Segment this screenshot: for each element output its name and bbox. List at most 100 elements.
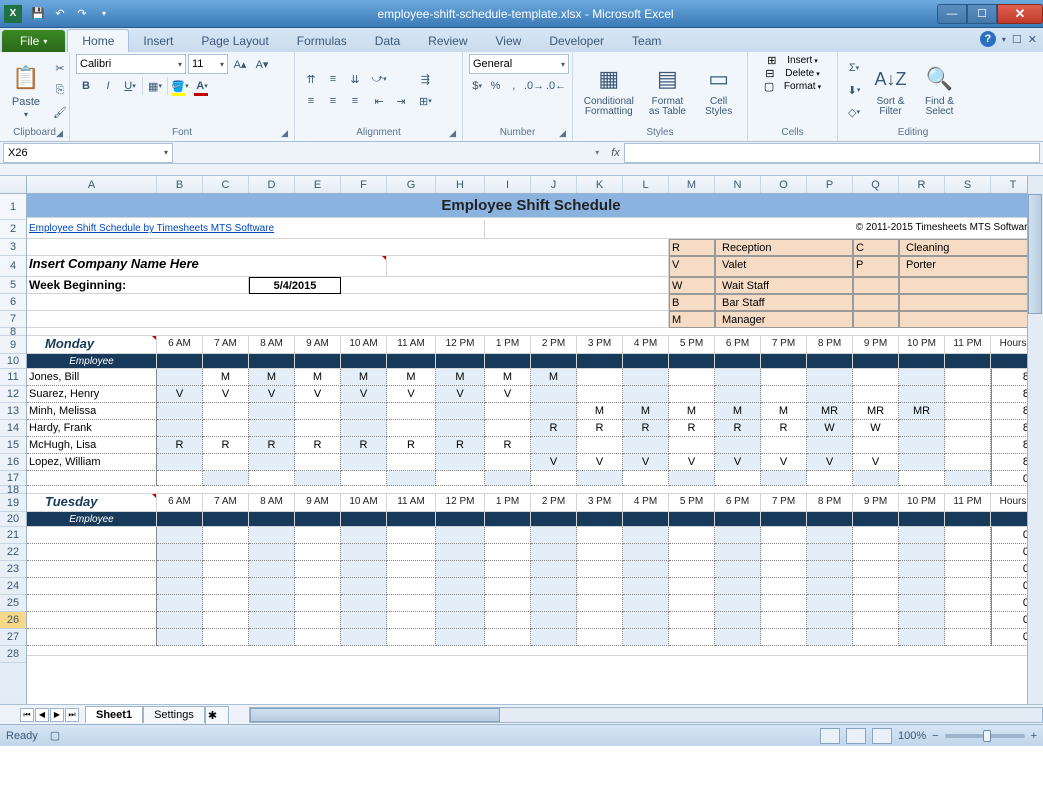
normal-view-button[interactable]	[820, 728, 840, 744]
cell[interactable]	[485, 544, 531, 561]
cell[interactable]: Employee	[27, 512, 157, 527]
cell[interactable]	[945, 578, 991, 595]
cell[interactable]: M	[531, 369, 577, 386]
row-header[interactable]: 10	[0, 354, 26, 369]
cell[interactable]	[531, 578, 577, 595]
decrease-indent-icon[interactable]: ⇤	[369, 91, 389, 111]
cell[interactable]	[436, 420, 485, 437]
cell[interactable]	[485, 354, 531, 369]
cell[interactable]	[899, 595, 945, 612]
cell[interactable]	[249, 471, 295, 486]
cell[interactable]: R	[577, 420, 623, 437]
cell[interactable]	[899, 294, 1036, 311]
cell[interactable]	[531, 561, 577, 578]
cell[interactable]	[436, 612, 485, 629]
find-select-button[interactable]: 🔍Find & Select	[917, 61, 962, 119]
align-center-icon[interactable]: ≡	[323, 91, 343, 111]
cell[interactable]: Bar Staff	[715, 294, 853, 311]
cell[interactable]: R	[387, 437, 436, 454]
cell[interactable]	[387, 578, 436, 595]
window-restore-icon[interactable]: ☐	[1012, 33, 1022, 46]
cell[interactable]	[249, 420, 295, 437]
col-header[interactable]: J	[531, 176, 577, 193]
align-right-icon[interactable]: ≡	[345, 91, 365, 111]
cell[interactable]	[899, 354, 945, 369]
horizontal-scrollbar[interactable]	[249, 707, 1043, 723]
fill-icon[interactable]: ⬇▾	[844, 80, 864, 100]
cell[interactable]	[899, 386, 945, 403]
bold-button[interactable]: B	[76, 76, 96, 96]
cell[interactable]	[853, 386, 899, 403]
cell[interactable]	[485, 403, 531, 420]
cell[interactable]	[623, 369, 669, 386]
cell[interactable]: MR	[853, 403, 899, 420]
cell[interactable]	[945, 544, 991, 561]
percent-format-icon[interactable]: %	[487, 76, 503, 96]
cell[interactable]	[249, 512, 295, 527]
cell[interactable]: 8 PM	[807, 494, 853, 512]
cell[interactable]	[669, 561, 715, 578]
cell[interactable]	[485, 527, 531, 544]
cell[interactable]	[715, 612, 761, 629]
cell[interactable]	[761, 437, 807, 454]
cell[interactable]: V	[715, 454, 761, 471]
cell[interactable]: 4 PM	[623, 336, 669, 354]
borders-icon[interactable]: ▦▾	[145, 76, 165, 96]
wrap-text-button[interactable]: ⇶	[415, 69, 436, 89]
col-header[interactable]: D	[249, 176, 295, 193]
cell[interactable]: Monday	[27, 336, 157, 354]
cell[interactable]	[295, 354, 341, 369]
font-color-icon[interactable]: A▾	[192, 76, 212, 96]
cell[interactable]	[899, 369, 945, 386]
cell[interactable]	[623, 512, 669, 527]
format-painter-icon[interactable]: 🖌	[50, 102, 70, 122]
cell[interactable]: 3 PM	[577, 494, 623, 512]
align-left-icon[interactable]: ≡	[301, 91, 321, 111]
cell[interactable]: 11 PM	[945, 336, 991, 354]
cell[interactable]	[945, 527, 991, 544]
cell[interactable]	[945, 471, 991, 486]
new-sheet-button[interactable]: ✱	[205, 706, 229, 724]
col-header[interactable]: G	[387, 176, 436, 193]
cell[interactable]	[945, 595, 991, 612]
cell[interactable]	[899, 527, 945, 544]
cell[interactable]	[27, 595, 157, 612]
cell[interactable]	[899, 277, 1036, 294]
cell[interactable]	[341, 612, 387, 629]
cell[interactable]	[387, 544, 436, 561]
cell[interactable]	[295, 629, 341, 646]
cell[interactable]: W	[853, 420, 899, 437]
shrink-font-icon[interactable]: A▾	[252, 54, 272, 74]
cell[interactable]: 10 PM	[899, 494, 945, 512]
cell[interactable]	[436, 471, 485, 486]
cell[interactable]	[715, 386, 761, 403]
row-header[interactable]: 11	[0, 369, 26, 386]
cell[interactable]	[669, 595, 715, 612]
cell[interactable]	[341, 561, 387, 578]
cell[interactable]	[157, 454, 203, 471]
cell[interactable]: Manager	[715, 311, 853, 328]
col-header[interactable]: M	[669, 176, 715, 193]
cell[interactable]	[623, 629, 669, 646]
cell[interactable]	[27, 294, 669, 311]
cell[interactable]: McHugh, Lisa	[27, 437, 157, 454]
cell[interactable]	[761, 354, 807, 369]
italic-button[interactable]: I	[98, 76, 118, 96]
cell[interactable]	[295, 595, 341, 612]
cell[interactable]: M	[761, 403, 807, 420]
cell-styles-button[interactable]: ▭Cell Styles	[696, 61, 741, 119]
cell[interactable]	[945, 403, 991, 420]
cell[interactable]	[485, 471, 531, 486]
cell[interactable]	[203, 354, 249, 369]
cell[interactable]	[945, 612, 991, 629]
cell[interactable]	[157, 629, 203, 646]
cell[interactable]	[853, 527, 899, 544]
cell[interactable]	[249, 544, 295, 561]
cell[interactable]: B	[669, 294, 715, 311]
tab-review[interactable]: Review	[414, 30, 481, 52]
cell[interactable]	[899, 561, 945, 578]
copy-icon[interactable]: ⎘	[50, 80, 70, 100]
cell[interactable]	[623, 527, 669, 544]
cell[interactable]: V	[157, 386, 203, 403]
cell[interactable]: 11 AM	[387, 336, 436, 354]
